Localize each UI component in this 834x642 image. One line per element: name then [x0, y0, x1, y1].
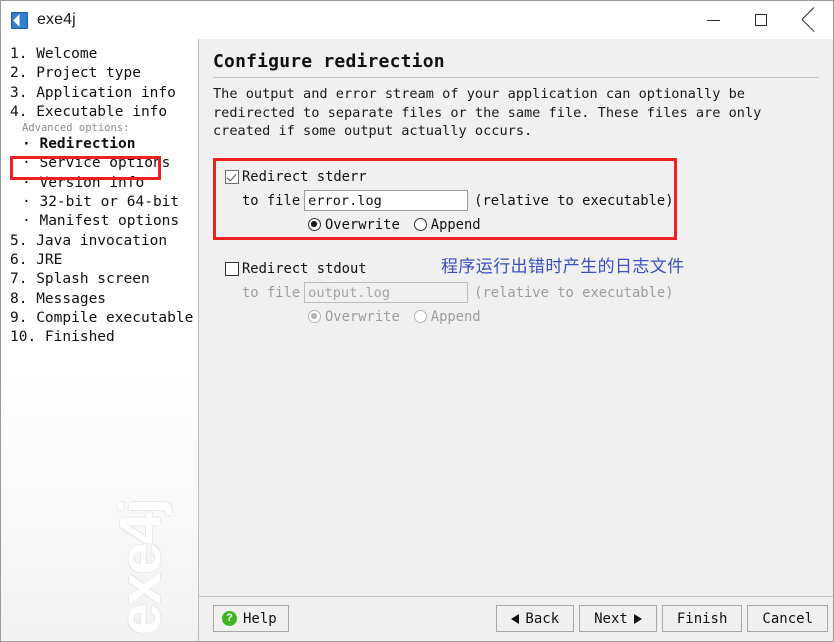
redirect-stderr-checkbox[interactable]: [225, 169, 239, 184]
wizard-footer: ? Help Back Next Finish Cancel: [199, 596, 833, 641]
stdout-file-input[interactable]: [304, 282, 469, 303]
sidebar-item-finished[interactable]: 10. Finished: [1, 328, 198, 347]
stderr-append-option[interactable]: Append: [413, 216, 481, 233]
window-controls: [689, 1, 833, 39]
sidebar-item-finished-label: 10. Finished: [10, 329, 115, 346]
window-body: 1. Welcome 2. Project type 3. Applicatio…: [1, 39, 833, 641]
page-description: The output and error stream of your appl…: [213, 86, 762, 139]
exe4j-watermark: exe4j: [108, 499, 173, 635]
stderr-append-radio[interactable]: [413, 218, 427, 231]
main-content: Configure redirection The output and err…: [199, 39, 833, 596]
minimize-button[interactable]: [689, 1, 737, 39]
sidebar-item-welcome[interactable]: 1. Welcome: [1, 45, 198, 64]
maximize-icon: [755, 14, 767, 26]
title-bar: exe4j: [1, 1, 833, 39]
sidebar-item-project-type-label: 2. Project type: [10, 65, 141, 82]
sidebar-item-32-or-64-bit[interactable]: · 32-bit or 64-bit: [1, 193, 198, 212]
chinese-annotation-note: 程序运行出错时产生的日志文件: [441, 256, 685, 277]
stderr-redirect-group: Redirect stderr to file (relative to exe…: [213, 157, 819, 241]
wizard-step-list: 1. Welcome 2. Project type 3. Applicatio…: [1, 45, 198, 347]
stderr-overwrite-option[interactable]: Overwrite: [308, 217, 400, 233]
stdout-append-option[interactable]: Append: [413, 308, 481, 325]
sidebar-item-version-info-label: · Version info: [22, 174, 145, 191]
stderr-to-file-label: to file: [242, 192, 301, 209]
back-button[interactable]: Back: [496, 605, 575, 632]
window-title: exe4j: [37, 11, 76, 28]
stdout-mode-row: Overwrite Append: [225, 305, 819, 329]
stdout-append-label: Append: [430, 308, 481, 325]
exe4j-app-icon: [11, 11, 28, 29]
stdout-relative-hint: (relative to executable): [474, 284, 674, 301]
main-panel: Configure redirection The output and err…: [199, 39, 833, 641]
page-title: Configure redirection: [213, 51, 445, 72]
redirection-options: Redirect stderr to file (relative to exe…: [213, 157, 819, 333]
finish-button-label: Finish: [676, 610, 728, 627]
sidebar-item-java-invocation[interactable]: 5. Java invocation: [1, 232, 198, 251]
sidebar-item-service-options[interactable]: · Service options: [1, 154, 198, 173]
maximize-button[interactable]: [737, 1, 785, 39]
finish-button[interactable]: Finish: [661, 605, 743, 632]
stdout-overwrite-radio[interactable]: [308, 310, 321, 323]
wizard-nav-buttons: Back Next Finish Cancel: [496, 605, 828, 632]
sidebar-item-messages[interactable]: 8. Messages: [1, 290, 198, 309]
sidebar-item-application-info-label: 3. Application info: [10, 84, 176, 101]
sidebar-item-service-options-label: · Service options: [22, 155, 171, 172]
stdout-redirect-group: Redirect stdout 程序运行出错时产生的日志文件 to file (…: [213, 250, 819, 333]
next-button-label: Next: [594, 610, 628, 627]
help-button[interactable]: ? Help: [213, 605, 289, 632]
stderr-overwrite-label: Overwrite: [325, 216, 400, 233]
redirect-stderr-label: Redirect stderr: [242, 168, 367, 185]
cancel-button-label: Cancel: [762, 610, 813, 627]
sidebar-item-jre-label: 6. JRE: [10, 251, 63, 268]
sidebar-item-compile-executable[interactable]: 9. Compile executable: [1, 309, 198, 328]
sidebar-item-application-info[interactable]: 3. Application info: [1, 84, 198, 103]
sidebar-item-splash-screen[interactable]: 7. Splash screen: [1, 270, 198, 289]
stdout-overwrite-label: Overwrite: [325, 308, 400, 325]
redirect-stdout-label: Redirect stdout: [242, 260, 367, 277]
arrow-left-icon: [511, 613, 520, 624]
help-button-label: Help: [243, 610, 277, 627]
sidebar-item-executable-info-label: 4. Executable info: [10, 103, 168, 120]
stdout-checkbox-row[interactable]: Redirect stdout 程序运行出错时产生的日志文件: [225, 257, 819, 281]
minimize-icon: [706, 19, 720, 21]
title-divider: [213, 77, 819, 78]
sidebar-item-java-invocation-label: 5. Java invocation: [10, 232, 168, 249]
help-icon: ?: [222, 611, 237, 626]
stderr-checkbox-row[interactable]: Redirect stderr: [225, 165, 819, 189]
stdout-append-radio[interactable]: [413, 310, 427, 323]
sidebar-item-redirection-label: · Redirection: [22, 136, 136, 153]
sidebar-item-redirection[interactable]: · Redirection: [1, 135, 198, 154]
sidebar-item-project-type[interactable]: 2. Project type: [1, 64, 198, 83]
sidebar-item-32-or-64-bit-label: · 32-bit or 64-bit: [22, 194, 180, 211]
redirect-stdout-checkbox[interactable]: [225, 261, 239, 276]
stderr-overwrite-radio[interactable]: [308, 218, 321, 231]
stdout-to-file-label: to file: [242, 284, 301, 301]
sidebar-item-messages-label: 8. Messages: [10, 290, 107, 307]
wizard-step-sidebar: 1. Welcome 2. Project type 3. Applicatio…: [1, 39, 199, 641]
sidebar-item-welcome-label: 1. Welcome: [10, 46, 98, 62]
sidebar-item-manifest-options[interactable]: · Manifest options: [1, 212, 198, 231]
stderr-file-row: to file (relative to executable): [225, 189, 819, 213]
close-button[interactable]: [785, 1, 833, 39]
arrow-right-icon: [633, 613, 642, 624]
exe4j-wizard-window: exe4j 1. Welcome 2. Project type 3. Appl…: [0, 0, 834, 642]
stderr-append-label: Append: [430, 216, 481, 233]
close-icon: [802, 13, 816, 27]
stderr-mode-row: Overwrite Append: [225, 213, 819, 237]
back-button-label: Back: [525, 610, 560, 627]
sidebar-item-manifest-options-label: · Manifest options: [22, 213, 180, 230]
sidebar-item-jre[interactable]: 6. JRE: [1, 251, 198, 270]
next-button[interactable]: Next: [579, 605, 657, 632]
sidebar-group-advanced-options: Advanced options:: [22, 122, 130, 135]
stderr-file-input[interactable]: [304, 190, 469, 211]
title-bar-left: exe4j: [1, 11, 76, 29]
stdout-overwrite-option[interactable]: Overwrite: [308, 309, 400, 325]
stderr-relative-hint: (relative to executable): [474, 192, 674, 209]
stdout-file-row: to file (relative to executable): [225, 281, 819, 305]
sidebar-item-version-info[interactable]: · Version info: [1, 174, 198, 193]
cancel-button[interactable]: Cancel: [747, 605, 828, 632]
sidebar-item-compile-executable-label: 9. Compile executable: [10, 309, 194, 326]
sidebar-item-executable-info[interactable]: 4. Executable info: [1, 103, 198, 122]
sidebar-item-splash-screen-label: 7. Splash screen: [10, 271, 150, 288]
